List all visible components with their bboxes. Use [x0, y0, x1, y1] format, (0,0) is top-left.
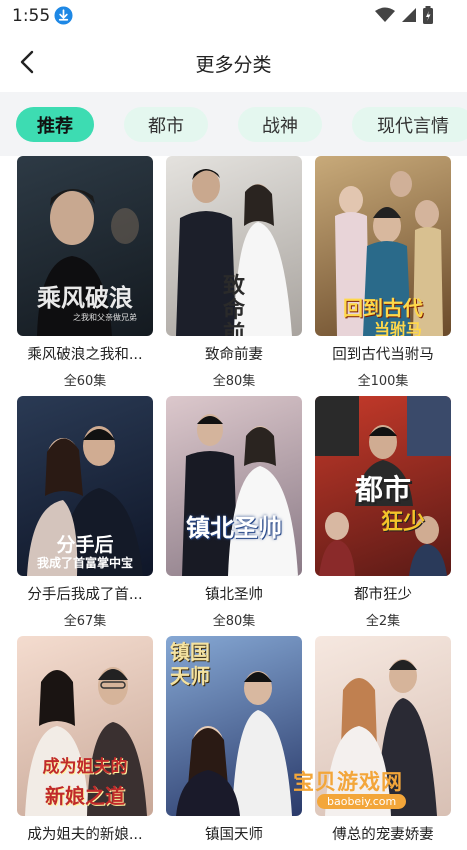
poster-subtitle: 新娘之道: [45, 784, 125, 808]
drama-card[interactable]: 致命前妻 致命前妻 全80集: [166, 156, 302, 389]
drama-card[interactable]: 都市 狂少 都市狂少 全2集: [315, 396, 451, 629]
watermark-url: baobeiy.com: [317, 794, 407, 809]
drama-card[interactable]: 成为姐夫的 新娘之道 成为姐夫的新娘...: [17, 636, 153, 850]
wifi-icon: [375, 7, 395, 22]
poster-title: 乘风破浪: [37, 283, 133, 312]
poster-title: 都市: [354, 473, 411, 506]
page-title: 更多分类: [195, 54, 272, 76]
drama-title: 傅总的宠妻娇妻: [332, 827, 434, 843]
watermark-text: 宝贝游戏网: [293, 770, 403, 794]
episode-count: 全60集: [63, 374, 107, 389]
drama-poster: 乘风破浪 之我和父亲做兄弟: [17, 156, 153, 336]
poster-title: 镇国天师: [170, 640, 210, 688]
drama-card[interactable]: 分手后 我成了首富掌中宝 分手后我成了首... 全67集: [17, 396, 153, 629]
poster-subtitle: 之我和父亲做兄弟: [73, 313, 137, 322]
system-icons: [375, 6, 433, 24]
drama-poster: 分手后 我成了首富掌中宝: [17, 396, 153, 576]
watermark: 宝贝游戏网 baobeiy.com: [293, 766, 443, 822]
status-bar: 1:55: [0, 0, 467, 32]
status-time: 1:55: [12, 6, 51, 26]
episode-count: 全2集: [365, 614, 401, 629]
category-tabs: 推荐 都市 战神 现代言情: [0, 92, 467, 156]
figure-illustration: [182, 414, 298, 576]
drama-poster: 镇国天师: [166, 636, 302, 816]
drama-title: 镇国天师: [205, 827, 263, 843]
tab-recommended[interactable]: 推荐: [16, 107, 94, 142]
episode-count: 全80集: [212, 374, 256, 389]
tab-modern-romance[interactable]: 现代言情: [352, 107, 467, 142]
episode-count: 全100集: [357, 374, 409, 389]
poster-title: 分手后: [56, 534, 114, 556]
drama-poster: 镇北圣帅: [166, 396, 302, 576]
drama-poster: 成为姐夫的 新娘之道: [17, 636, 153, 816]
drama-title: 致命前妻: [205, 347, 263, 363]
drama-poster: 都市 狂少: [315, 396, 451, 576]
tab-urban[interactable]: 都市: [124, 107, 208, 142]
battery-icon: [423, 6, 433, 24]
episode-count: 全67集: [63, 614, 107, 629]
episode-count: 全80集: [212, 614, 256, 629]
drama-card[interactable]: 镇北圣帅 镇北圣帅 全80集: [166, 396, 302, 629]
drama-poster: 回到古代 当驸马: [315, 156, 451, 336]
poster-subtitle: 我成了首富掌中宝: [36, 556, 133, 570]
poster-title: 镇北圣帅: [186, 513, 282, 542]
drama-title: 镇北圣帅: [205, 587, 263, 603]
drama-poster: 致命前妻: [166, 156, 302, 336]
drama-title: 乘风破浪之我和...: [27, 347, 143, 363]
poster-subtitle: 狂少: [380, 509, 425, 535]
drama-title: 都市狂少: [354, 587, 412, 603]
drama-card[interactable]: 回到古代 当驸马 回到古代当驸马 全100集: [315, 156, 451, 389]
drama-title: 成为姐夫的新娘...: [27, 827, 143, 843]
drama-card[interactable]: 镇国天师 镇国天师: [166, 636, 302, 850]
tab-war-god[interactable]: 战神: [238, 107, 322, 142]
download-icon: [54, 6, 73, 25]
drama-title: 分手后我成了首...: [27, 587, 143, 603]
drama-title: 回到古代当驸马: [332, 347, 434, 363]
poster-title: 成为姐夫的: [42, 757, 128, 777]
drama-card[interactable]: 乘风破浪 之我和父亲做兄弟 乘风破浪之我和... 全60集: [17, 156, 153, 389]
poster-subtitle: 当驸马: [373, 320, 422, 336]
signal-icon: [402, 8, 416, 22]
header: 更多分类: [0, 32, 467, 92]
poster-title: 致命前妻: [222, 273, 245, 336]
